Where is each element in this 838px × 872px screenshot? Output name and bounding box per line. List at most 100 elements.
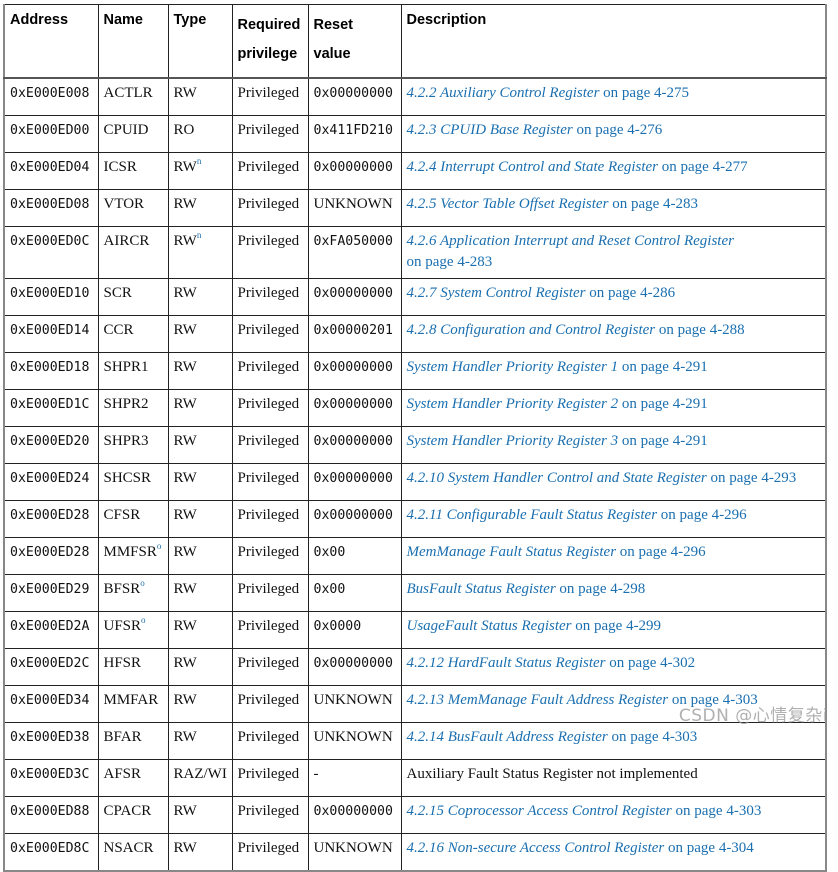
register-table: Address Name Type Required privilege Res… xyxy=(3,4,827,872)
table-body: 0xE000E008 ACTLR RW Privileged 0x0000000… xyxy=(3,77,827,872)
description-page-ref: on page 4-302 xyxy=(605,655,696,671)
description-link[interactable]: 4.2.16 Non-secure Access Control Registe… xyxy=(407,840,665,856)
cell-reset-value: 0xFA050000 xyxy=(307,226,402,279)
description-link[interactable]: 4.2.12 HardFault Status Register xyxy=(407,655,606,671)
cell-name: AIRCR xyxy=(97,226,169,279)
table-row-vtor: 0xE000ED08 VTOR RW Privileged UNKNOWN 4.… xyxy=(3,189,827,227)
cell-description: 4.2.15 Coprocessor Access Control Regist… xyxy=(400,796,827,834)
cell-description: MemManage Fault Status Register on page … xyxy=(400,537,827,575)
cell-name: SHPR3 xyxy=(97,426,169,464)
cell-name: ICSR xyxy=(97,152,169,190)
table-row-shpr2: 0xE000ED1C SHPR2 RW Privileged 0x0000000… xyxy=(3,389,827,427)
cell-reset-value: 0x411FD210 xyxy=(307,115,402,153)
cell-name: MMFAR xyxy=(97,685,169,723)
description-link[interactable]: 4.2.8 Configuration and Control Register xyxy=(407,322,656,338)
cell-address: 0xE000ED8C xyxy=(3,833,99,872)
description-link[interactable]: System Handler Priority Register 1 xyxy=(407,359,619,375)
description-link[interactable]: MemManage Fault Status Register xyxy=(407,544,617,560)
description-page-ref: on page 4-296 xyxy=(616,544,706,560)
header-required-privilege: Required privilege xyxy=(231,4,309,79)
cell-privilege: Privileged xyxy=(231,648,309,686)
description-page-ref: on page 4-276 xyxy=(572,122,663,138)
table-row-cpacr: 0xE000ED88 CPACR RW Privileged 0x0000000… xyxy=(3,796,827,834)
description-link[interactable]: 4.2.14 BusFault Address Register xyxy=(407,729,608,745)
cell-privilege: Privileged xyxy=(231,226,309,279)
description-link[interactable]: UsageFault Status Register xyxy=(407,618,572,634)
cell-address: 0xE000ED14 xyxy=(3,315,99,353)
table-row-shpr1: 0xE000ED18 SHPR1 RW Privileged 0x0000000… xyxy=(3,352,827,390)
cell-address: 0xE000ED2A xyxy=(3,611,99,649)
cell-address: 0xE000ED88 xyxy=(3,796,99,834)
cell-address: 0xE000ED18 xyxy=(3,352,99,390)
cell-type: RW xyxy=(167,685,233,723)
cell-type: RAZ/WI xyxy=(167,759,233,797)
description-page-ref: on page 4-283 xyxy=(608,196,698,212)
cell-address: 0xE000ED24 xyxy=(3,463,99,501)
description-link[interactable]: BusFault Status Register xyxy=(407,581,556,597)
cell-name: BFSRo xyxy=(97,574,169,612)
cell-address: 0xE000ED28 xyxy=(3,537,99,575)
cell-reset-value: UNKNOWN xyxy=(307,833,402,872)
cell-name: SHCSR xyxy=(97,463,169,501)
cell-description: 4.2.5 Vector Table Offset Register on pa… xyxy=(400,189,827,227)
cell-description: 4.2.3 CPUID Base Register on page 4-276 xyxy=(400,115,827,153)
cell-name: CCR xyxy=(97,315,169,353)
cell-reset-value: - xyxy=(307,759,402,797)
footnote-marker[interactable]: n xyxy=(197,156,202,166)
description-page-ref: on page 4-291 xyxy=(618,433,708,449)
cell-address: 0xE000ED29 xyxy=(3,574,99,612)
description-link[interactable]: System Handler Priority Register 3 xyxy=(407,433,619,449)
cell-type: RW xyxy=(167,574,233,612)
description-page-ref: on page 4-303 xyxy=(607,729,698,745)
description-link[interactable]: 4.2.15 Coprocessor Access Control Regist… xyxy=(407,803,672,819)
description-link[interactable]: 4.2.4 Interrupt Control and State Regist… xyxy=(407,159,659,175)
description-link[interactable]: 4.2.7 System Control Register xyxy=(407,285,586,301)
cell-address: 0xE000ED04 xyxy=(3,152,99,190)
footnote-marker[interactable]: o xyxy=(157,541,162,551)
cell-privilege: Privileged xyxy=(231,574,309,612)
cell-type: RO xyxy=(167,115,233,153)
description-link[interactable]: 4.2.10 System Handler Control and State … xyxy=(407,470,707,486)
cell-name: AFSR xyxy=(97,759,169,797)
table-row-mmfsr: 0xE000ED28 MMFSRo RW Privileged 0x00 Mem… xyxy=(3,537,827,575)
cell-privilege: Privileged xyxy=(231,722,309,760)
description-link[interactable]: 4.2.11 Configurable Fault Status Registe… xyxy=(407,507,658,523)
description-link[interactable]: 4.2.2 Auxiliary Control Register xyxy=(407,85,600,101)
description-link[interactable]: 4.2.13 MemManage Fault Address Register xyxy=(407,692,669,708)
description-link[interactable]: 4.2.5 Vector Table Offset Register xyxy=(407,196,609,212)
cell-reset-value: 0x00000000 xyxy=(307,152,402,190)
cell-type: RWn xyxy=(167,152,233,190)
description-link[interactable]: 4.2.3 CPUID Base Register xyxy=(407,122,573,138)
cell-name: VTOR xyxy=(97,189,169,227)
footnote-marker[interactable]: n xyxy=(197,230,202,240)
cell-description: 4.2.14 BusFault Address Register on page… xyxy=(400,722,827,760)
footnote-marker[interactable]: o xyxy=(141,615,146,625)
cell-name: NSACR xyxy=(97,833,169,872)
cell-type: RW xyxy=(167,278,233,316)
cell-privilege: Privileged xyxy=(231,500,309,538)
cell-privilege: Privileged xyxy=(231,463,309,501)
header-reset-value: Reset value xyxy=(307,4,402,79)
cell-address: 0xE000ED34 xyxy=(3,685,99,723)
footnote-marker[interactable]: o xyxy=(140,578,145,588)
cell-description: 4.2.8 Configuration and Control Register… xyxy=(400,315,827,353)
cell-description: 4.2.7 System Control Register on page 4-… xyxy=(400,278,827,316)
cell-address: 0xE000ED0C xyxy=(3,226,99,279)
description-link[interactable]: 4.2.6 Application Interrupt and Reset Co… xyxy=(407,233,734,249)
description-page-ref: on page 4-291 xyxy=(618,359,708,375)
cell-type: RW xyxy=(167,315,233,353)
cell-privilege: Privileged xyxy=(231,389,309,427)
description-link[interactable]: System Handler Priority Register 2 xyxy=(407,396,619,412)
table-row-actlr: 0xE000E008 ACTLR RW Privileged 0x0000000… xyxy=(3,77,827,116)
cell-description: 4.2.2 Auxiliary Control Register on page… xyxy=(400,77,827,116)
cell-type: RW xyxy=(167,463,233,501)
cell-type: RW xyxy=(167,722,233,760)
cell-address: 0xE000ED3C xyxy=(3,759,99,797)
cell-description: 4.2.13 MemManage Fault Address Register … xyxy=(400,685,827,723)
cell-type: RW xyxy=(167,611,233,649)
cell-privilege: Privileged xyxy=(231,152,309,190)
cell-privilege: Privileged xyxy=(231,115,309,153)
cell-address: 0xE000ED1C xyxy=(3,389,99,427)
cell-type: RW xyxy=(167,500,233,538)
cell-privilege: Privileged xyxy=(231,77,309,116)
